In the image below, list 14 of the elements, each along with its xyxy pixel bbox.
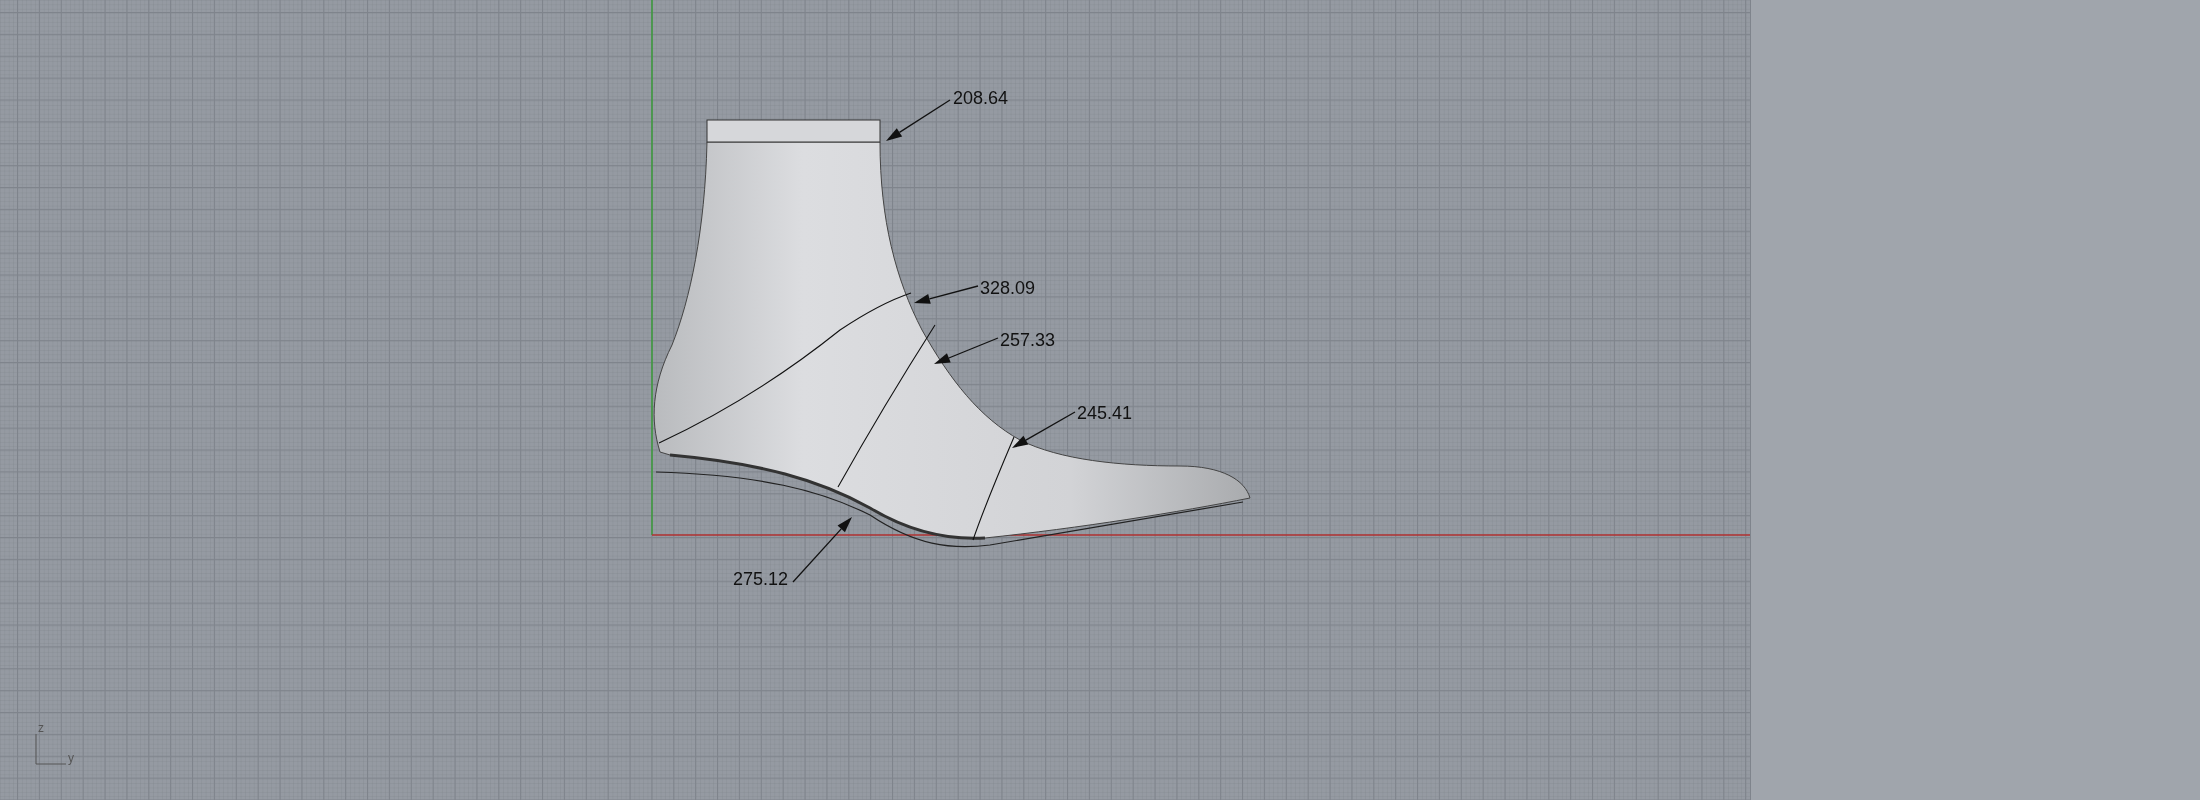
dimension-label: 208.64 [953, 89, 1009, 107]
leader-line [914, 285, 979, 304]
dimension-label: 257.33 [1000, 331, 1056, 349]
axis-icon [35, 733, 67, 765]
viewport[interactable]: 208.64 328.09 257.33 245.41 275.12 z y [0, 0, 1751, 800]
axis-label: z [38, 722, 44, 734]
leader-line [1012, 411, 1076, 448]
leader-line [886, 99, 951, 141]
dimension-label: 245.41 [1077, 404, 1133, 422]
dimension-label: 328.09 [980, 279, 1036, 297]
axis-label: y [68, 752, 74, 764]
leader-line [792, 517, 852, 583]
leader-line [934, 337, 999, 364]
dimension-label: 275.12 [733, 570, 789, 588]
